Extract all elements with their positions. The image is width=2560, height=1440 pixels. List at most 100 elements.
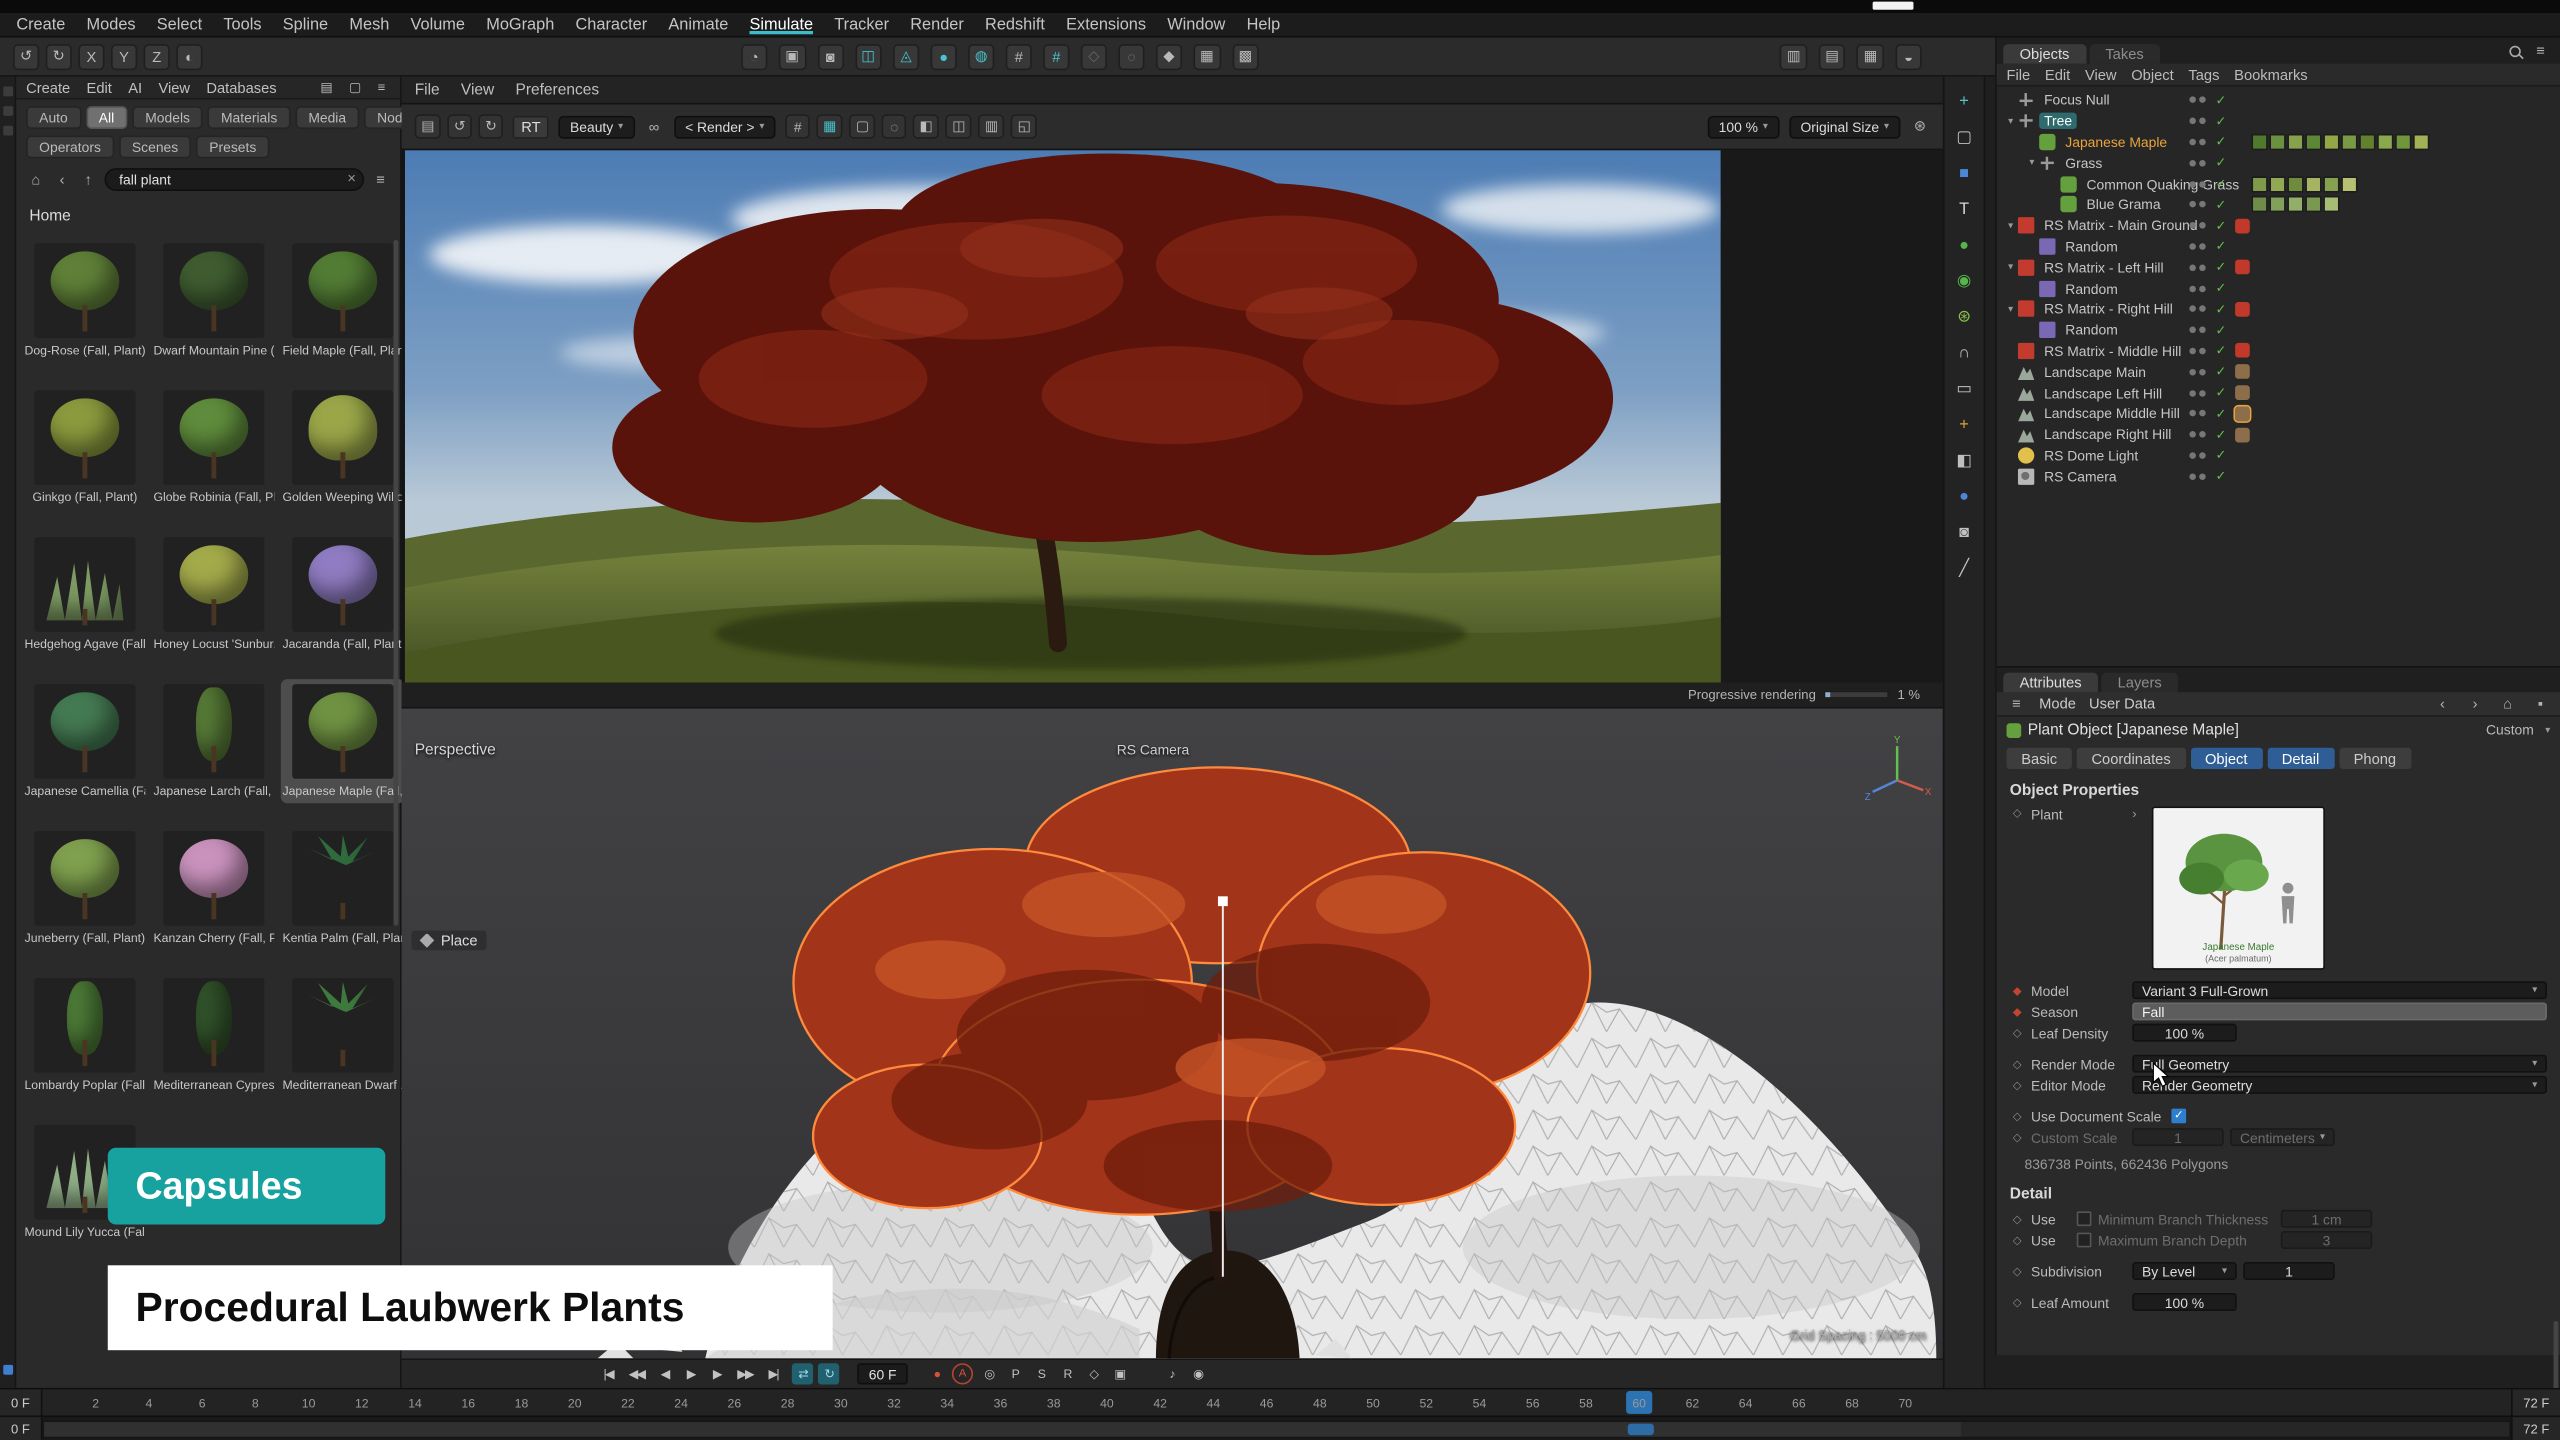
- prev-frame-button[interactable]: ◀: [654, 1363, 675, 1384]
- object-row[interactable]: ▾ RS Matrix - Main Ground ✓: [1997, 215, 2560, 236]
- prev-key-button[interactable]: ◀◀: [624, 1363, 649, 1384]
- visibility-dots[interactable]: [2189, 285, 2205, 292]
- asset-thumbnail[interactable]: [163, 390, 264, 485]
- asset-thumbnail[interactable]: [163, 978, 264, 1073]
- object-label[interactable]: RS Matrix - Left Hill: [2039, 259, 2168, 275]
- render-view[interactable]: [402, 150, 1943, 682]
- asset-item[interactable]: Kanzan Cherry (Fall, Pl...: [152, 826, 276, 950]
- object-label[interactable]: Tree: [2039, 113, 2077, 129]
- asset-thumbnail[interactable]: [34, 243, 135, 338]
- menubar-item[interactable]: Create: [16, 16, 65, 34]
- material-swatch[interactable]: [2323, 176, 2339, 192]
- home-icon[interactable]: ⌂: [2498, 696, 2518, 712]
- viewport-label[interactable]: Perspective: [415, 741, 496, 759]
- text-tool-icon[interactable]: T: [1951, 198, 1977, 221]
- max-branch-checkbox[interactable]: [2077, 1233, 2092, 1248]
- object-row[interactable]: Landscape Right Hill ✓: [1997, 424, 2560, 445]
- axis-mode-icon[interactable]: ◇: [1081, 43, 1107, 69]
- redo-icon[interactable]: ↻: [46, 43, 72, 69]
- leaf-density-field[interactable]: 100 %: [2132, 1024, 2236, 1042]
- object-label[interactable]: RS Matrix - Right Hill: [2039, 301, 2178, 317]
- panel-tab[interactable]: Attributes: [2003, 673, 2098, 693]
- axis-icon[interactable]: +: [1951, 413, 1977, 436]
- filter-tab[interactable]: Scenes: [119, 136, 191, 159]
- camera-tool-icon[interactable]: ◙: [1951, 521, 1977, 544]
- attribute-tab[interactable]: Basic: [2007, 748, 2072, 769]
- object-label[interactable]: Japanese Maple: [2060, 134, 2172, 150]
- asset-item[interactable]: Kentia Palm (Fall, Plant): [281, 826, 405, 950]
- search-icon[interactable]: [2509, 45, 2520, 56]
- multi-pass-icon[interactable]: ▦: [817, 114, 843, 138]
- record-scale-toggle[interactable]: S: [1030, 1363, 1051, 1384]
- visibility-dots[interactable]: [2189, 348, 2205, 355]
- axis-gizmo[interactable]: Y X Z: [1861, 731, 1933, 803]
- camera-dropdown[interactable]: < Render >▾: [674, 115, 776, 138]
- sphere-blue-icon[interactable]: ●: [1951, 485, 1977, 508]
- visibility-dots[interactable]: [2189, 222, 2205, 229]
- enabled-check[interactable]: ✓: [2216, 448, 2227, 463]
- mode-dropdown[interactable]: Mode: [2039, 696, 2076, 712]
- object-row[interactable]: RS Dome Light ✓: [1997, 445, 2560, 466]
- material-swatch[interactable]: [2251, 134, 2267, 150]
- visibility-dots[interactable]: [2189, 369, 2205, 376]
- pan-view-icon[interactable]: +: [1951, 90, 1977, 113]
- object-row[interactable]: Focus Null ✓: [1997, 90, 2560, 111]
- clear-search-icon[interactable]: ×: [347, 170, 356, 186]
- object-label[interactable]: Landscape Middle Hill: [2039, 405, 2185, 421]
- attribute-tab[interactable]: Phong: [2339, 748, 2411, 769]
- preview-range-toggle[interactable]: ⇄: [792, 1363, 813, 1384]
- visibility-dots[interactable]: [2189, 306, 2205, 313]
- gear-icon[interactable]: ⊛: [1910, 118, 1930, 136]
- simulation-scene-icon[interactable]: ◫: [855, 43, 882, 69]
- object-row[interactable]: Common Quaking Grass ✓: [1997, 173, 2560, 194]
- enabled-check[interactable]: ✓: [2216, 156, 2227, 171]
- menubar-item[interactable]: Tools: [223, 16, 261, 34]
- asset-item[interactable]: Field Maple (Fall, Plant): [281, 238, 405, 362]
- layer-icon[interactable]: [3, 1365, 13, 1375]
- object-label[interactable]: Blue Grama: [2082, 197, 2166, 213]
- keyframe-diamond[interactable]: ◇: [2010, 1078, 2025, 1091]
- zoom-dropdown[interactable]: 100 %▾: [1707, 115, 1779, 138]
- expand-toggle[interactable]: ▾: [2003, 220, 2018, 231]
- keyframe-diamond[interactable]: ◇: [2010, 1109, 2025, 1122]
- subdivision-level-field[interactable]: 1: [2243, 1262, 2334, 1280]
- link-icon[interactable]: ∞: [644, 118, 664, 134]
- rs-tag[interactable]: [2235, 260, 2250, 275]
- material-swatch[interactable]: [2269, 176, 2285, 192]
- measure-icon[interactable]: ▭: [1951, 377, 1977, 400]
- object-label[interactable]: Focus Null: [2039, 92, 2114, 108]
- keyframe-diamond[interactable]: ◇: [2010, 1233, 2025, 1246]
- rs-tag[interactable]: [2235, 218, 2250, 233]
- asset-item[interactable]: Dog-Rose (Fall, Plant): [23, 238, 147, 362]
- asset-thumbnail[interactable]: [163, 684, 264, 779]
- cloth-icon[interactable]: ◍: [968, 43, 994, 69]
- subdivision-dropdown[interactable]: By Level▾: [2132, 1262, 2236, 1280]
- asset-thumbnail[interactable]: [292, 537, 393, 632]
- visibility-dots[interactable]: [2189, 139, 2205, 146]
- keyframe-diamond[interactable]: ◇: [2010, 1057, 2025, 1070]
- enabled-check[interactable]: ✓: [2216, 260, 2227, 275]
- rs-tag[interactable]: [2235, 302, 2250, 317]
- object-label[interactable]: Landscape Right Hill: [2039, 426, 2176, 442]
- material-swatch[interactable]: [2359, 134, 2375, 150]
- asset-thumbnail[interactable]: [292, 978, 393, 1073]
- keyframe-diamond[interactable]: ◇: [2010, 807, 2025, 820]
- visibility-dots[interactable]: [2189, 118, 2205, 125]
- rs-tag[interactable]: [2235, 344, 2250, 359]
- record-rotation-toggle[interactable]: R: [1057, 1363, 1078, 1384]
- timeline-ruler[interactable]: 2468101214161820222426283032343638404244…: [42, 1389, 2511, 1415]
- back-icon[interactable]: ‹: [52, 171, 72, 187]
- panel-menu-item[interactable]: View: [461, 81, 494, 99]
- material-swatch[interactable]: [2287, 197, 2303, 213]
- render-pass-dropdown[interactable]: Beauty▾: [559, 115, 635, 138]
- menubar-item[interactable]: Help: [1247, 16, 1281, 34]
- object-row[interactable]: ▾ Grass ✓: [1997, 152, 2560, 173]
- object-row[interactable]: ▾ RS Matrix - Right Hill ✓: [1997, 299, 2560, 320]
- filter-tab[interactable]: Materials: [208, 106, 290, 129]
- panel-menu-item[interactable]: Object: [2131, 66, 2173, 82]
- axis-x-lock[interactable]: X: [78, 43, 104, 69]
- asset-thumbnail[interactable]: [34, 831, 135, 926]
- place-tool-hud[interactable]: Place: [411, 931, 485, 951]
- browser-menu-icon[interactable]: ≡: [371, 171, 391, 187]
- gear-icon[interactable]: ⊛: [1951, 305, 1977, 328]
